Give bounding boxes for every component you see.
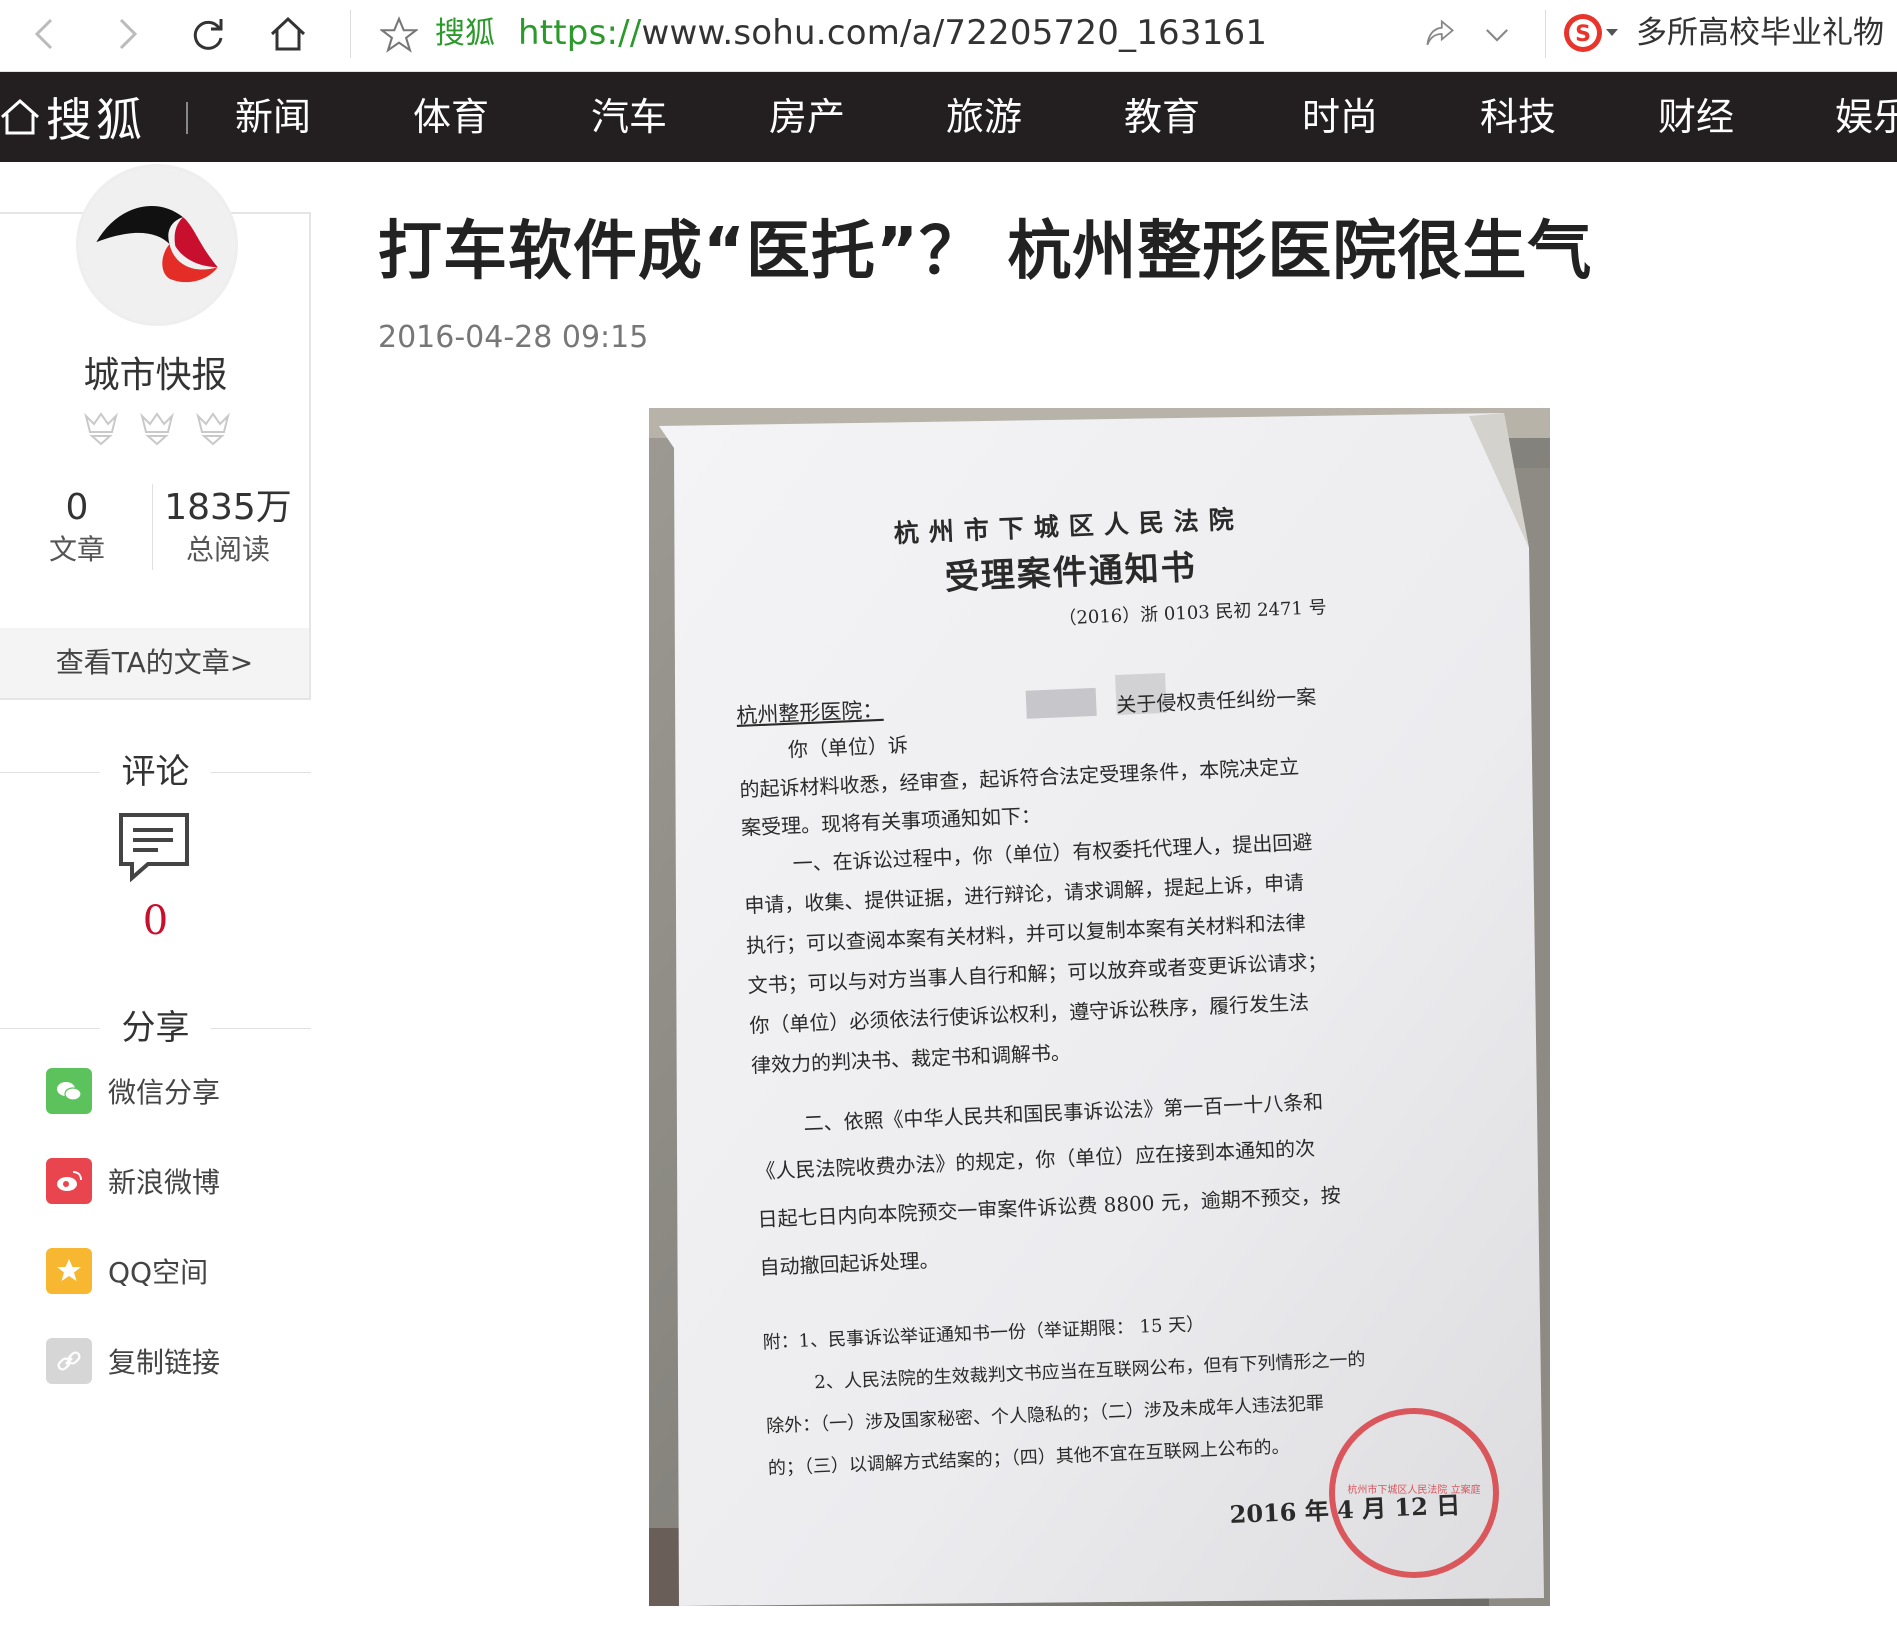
reads-label: 总阅读 xyxy=(185,533,270,566)
share-qzone[interactable]: QQ空间 xyxy=(46,1248,208,1294)
share-copy-link-label: 复制链接 xyxy=(108,1346,221,1379)
comments-section-heading: 评论 xyxy=(0,752,311,792)
stat-articles: 0 文章 xyxy=(30,486,124,570)
logo-text: 搜狐 xyxy=(46,93,146,147)
home-icon xyxy=(270,16,306,51)
browser-toolbar: 搜狐 https://www.sohu.com/a/72205720_16316… xyxy=(0,0,1897,72)
nav-item-tech[interactable]: 科技 xyxy=(1480,72,1556,162)
search-suggestion[interactable]: 多所高校毕业礼物 xyxy=(1636,12,1884,54)
reload-button[interactable] xyxy=(182,8,234,60)
nav-item-fashion[interactable]: 时尚 xyxy=(1302,72,1378,162)
badge-icon xyxy=(196,412,230,446)
channel-nav-bar: 搜狐 新闻 体育 汽车 房产 旅游 教育 时尚 科技 财经 娱乐 xyxy=(0,72,1897,162)
reload-icon xyxy=(193,19,223,50)
stat-reads: 1835万 总阅读 xyxy=(160,486,296,570)
share-copy-link[interactable]: 复制链接 xyxy=(46,1338,220,1384)
badge-icon xyxy=(84,412,118,446)
nav-item-auto[interactable]: 汽车 xyxy=(591,72,667,162)
share-weibo[interactable]: 新浪微博 xyxy=(46,1158,220,1204)
link-icon xyxy=(46,1338,92,1384)
url-protocol: https:// xyxy=(518,13,642,53)
svg-text:S: S xyxy=(1575,22,1591,47)
nav-item-sports[interactable]: 体育 xyxy=(413,72,489,162)
sohu-logo[interactable]: 搜狐 xyxy=(0,72,146,162)
wechat-icon xyxy=(46,1068,92,1114)
badge-icon xyxy=(140,412,174,446)
chevron-right-icon xyxy=(119,18,138,50)
sogou-search-icon[interactable]: S xyxy=(1562,12,1604,54)
redacted-block xyxy=(1025,687,1097,719)
nav-item-entertainment[interactable]: 娱乐 xyxy=(1835,72,1897,162)
nav-item-travel[interactable]: 旅游 xyxy=(946,72,1022,162)
toolbar-divider xyxy=(350,10,351,58)
share-wechat[interactable]: 微信分享 xyxy=(46,1068,220,1114)
author-badges xyxy=(82,410,232,446)
url-path: www.sohu.com/a/72205720_163161 xyxy=(641,13,1268,53)
divider xyxy=(211,772,311,773)
nav-item-finance[interactable]: 财经 xyxy=(1658,72,1734,162)
share-qzone-label: QQ空间 xyxy=(108,1256,209,1289)
share-wechat-label: 微信分享 xyxy=(108,1076,221,1109)
author-logo-image xyxy=(96,205,218,283)
articles-label: 文章 xyxy=(48,533,105,566)
share-page-icon[interactable] xyxy=(1422,16,1458,52)
article-image: 杭州市下城区人民法院 受理案件通知书 （2016）浙 0103 民初 2471 … xyxy=(649,408,1550,1606)
back-button[interactable] xyxy=(20,8,72,60)
stamp-text: 杭州市下城区人民法院 立案庭 xyxy=(1347,1483,1480,1496)
chevron-down-icon[interactable] xyxy=(1480,18,1514,52)
caret-down-icon[interactable] xyxy=(1604,24,1620,40)
view-articles-link[interactable]: 查看TA的文章> xyxy=(0,628,309,698)
divider xyxy=(211,1028,311,1029)
home-button[interactable] xyxy=(262,8,314,60)
nav-item-news[interactable]: 新闻 xyxy=(235,72,311,162)
logo-divider xyxy=(186,102,188,134)
author-name[interactable]: 城市快报 xyxy=(0,346,311,398)
share-section-heading: 分享 xyxy=(0,1008,311,1048)
article-date: 2016-04-28 09:15 xyxy=(378,320,649,355)
article-title: 打车软件成“医托”？ 杭州整形医院很生气 xyxy=(378,215,1593,289)
site-name: 搜狐 xyxy=(435,16,495,51)
doc-body-line: 你（单位）诉 xyxy=(787,733,908,762)
court-notice-photo: 杭州市下城区人民法院 受理案件通知书 （2016）浙 0103 民初 2471 … xyxy=(649,408,1550,1606)
home-icon xyxy=(1,98,39,135)
comment-count[interactable]: 0 xyxy=(0,898,311,944)
reads-count: 1835万 xyxy=(164,487,292,528)
toolbar-divider xyxy=(1545,10,1546,58)
weibo-icon xyxy=(46,1158,92,1204)
articles-count: 0 xyxy=(65,487,89,528)
nav-item-education[interactable]: 教育 xyxy=(1124,72,1200,162)
share-weibo-label: 新浪微博 xyxy=(108,1166,221,1199)
stat-divider xyxy=(152,484,153,570)
address-bar-url[interactable]: https://www.sohu.com/a/72205720_163161 xyxy=(518,12,1267,54)
forward-button[interactable] xyxy=(100,8,152,60)
avatar[interactable] xyxy=(76,164,238,326)
comment-icon[interactable] xyxy=(118,812,190,882)
qzone-icon xyxy=(46,1248,92,1294)
nav-item-realestate[interactable]: 房产 xyxy=(769,72,845,162)
bookmark-star-icon[interactable] xyxy=(380,16,418,54)
chevron-left-icon xyxy=(34,18,53,50)
